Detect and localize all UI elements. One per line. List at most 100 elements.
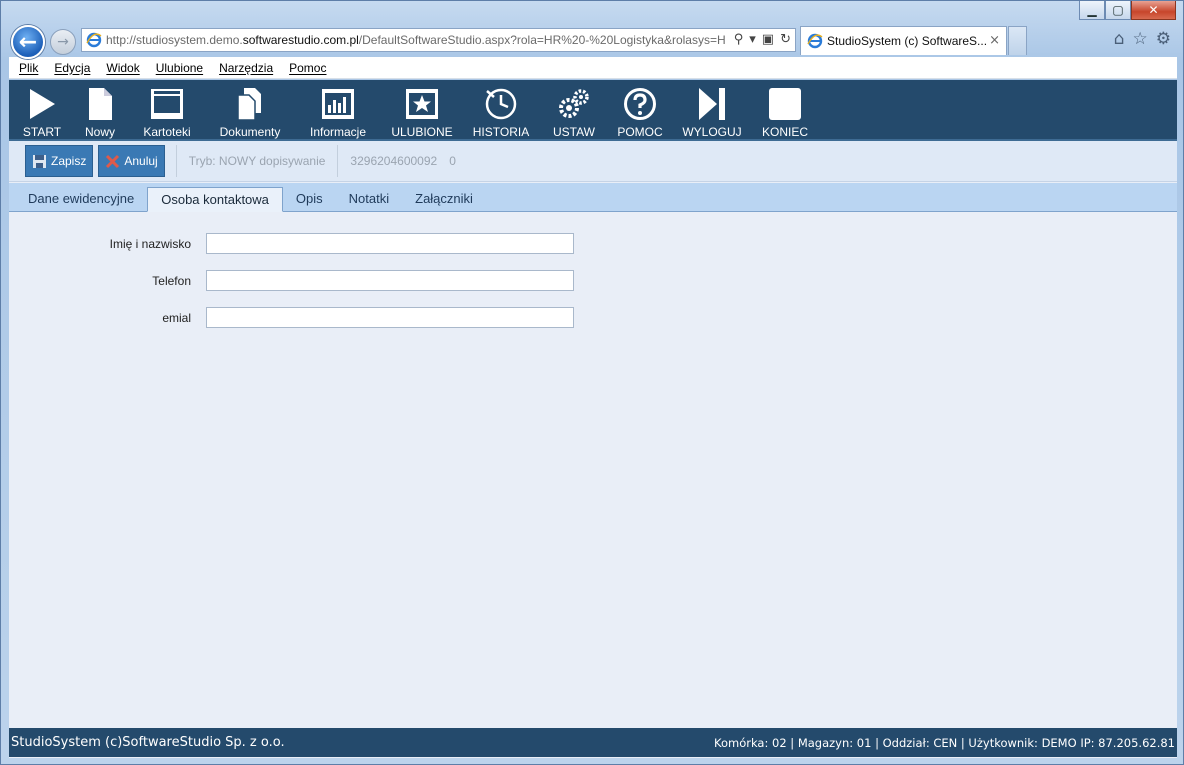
menu-item-narzedzia[interactable]: Narzędzia <box>219 61 273 75</box>
separator <box>175 145 177 177</box>
compatibility-icon[interactable]: ▣ <box>762 32 774 47</box>
application-area: START Nowy Kartoteki Dokumenty Informacj… <box>9 80 1177 758</box>
toolbar-ustaw[interactable]: USTAW <box>541 80 607 139</box>
browser-tab[interactable]: StudioSystem (c) SoftwareS... × <box>800 26 1007 55</box>
email-label: emial <box>162 311 191 325</box>
toolbar-pomoc[interactable]: POMOC <box>607 80 673 139</box>
url-prefix: http://studiosystem.demo. <box>106 33 243 47</box>
toolbar-dokumenty[interactable]: Dokumenty <box>207 80 293 139</box>
arrow-left-icon: ← <box>18 29 38 55</box>
toolbar-kartoteki[interactable]: Kartoteki <box>127 80 207 139</box>
toolbar-informacje[interactable]: Informacje <box>293 80 383 139</box>
toolbar-label: START <box>22 125 62 139</box>
window-icon <box>151 89 183 119</box>
toolbar-koniec[interactable]: KONIEC <box>751 80 819 139</box>
separator <box>337 145 339 177</box>
record-count: 0 <box>449 154 456 168</box>
floppy-disk-icon <box>33 154 46 168</box>
tab-osoba-kontaktowa[interactable]: Osoba kontaktowa <box>147 187 283 212</box>
url-path: /DefaultSoftwareStudio.aspx?rola=HR%20-%… <box>358 33 726 47</box>
cancel-label: Anuluj <box>124 154 158 168</box>
main-toolbar: START Nowy Kartoteki Dokumenty Informacj… <box>9 80 1177 141</box>
close-tab-icon[interactable]: × <box>989 33 1000 48</box>
back-button[interactable]: ← <box>11 25 45 59</box>
tab-zalaczniki[interactable]: Załączniki <box>402 185 486 211</box>
dropdown-arrow-icon[interactable]: ▾ <box>749 32 756 47</box>
settings-gear-icon[interactable]: ⚙ <box>1156 29 1171 49</box>
toolbar-start[interactable]: START <box>11 80 73 139</box>
ie-tab-icon <box>807 33 823 49</box>
session-info: Komórka: 02 | Magazyn: 01 | Oddział: CEN… <box>714 735 1175 750</box>
maximize-button[interactable]: ▢ <box>1105 1 1131 20</box>
record-id: 3296204600092 <box>350 154 438 168</box>
status-bar: StudioSystem (c)SoftwareStudio Sp. z o.o… <box>9 728 1177 757</box>
navigation-row: ← → http://studiosystem.demo. softwarestu… <box>9 25 1175 59</box>
save-button[interactable]: Zapisz <box>25 145 94 177</box>
name-input[interactable] <box>206 233 574 254</box>
save-label: Zapisz <box>51 154 87 168</box>
tab-title: StudioSystem (c) SoftwareS... <box>827 34 988 48</box>
home-icon[interactable]: ⌂ <box>1114 29 1125 49</box>
phone-row: Telefon <box>9 270 609 292</box>
browser-window: ▁ ▢ ✕ ← → http://studiosystem.demo. softw… <box>0 0 1184 765</box>
refresh-icon[interactable]: ↻ <box>780 32 791 47</box>
toolbar-historia[interactable]: HISTORIA <box>461 80 541 139</box>
history-icon <box>485 88 517 120</box>
email-input[interactable] <box>206 307 574 328</box>
toolbar-ulubione[interactable]: ULUBIONE <box>383 80 461 139</box>
search-icon[interactable]: ⚲ <box>734 32 744 47</box>
tab-opis[interactable]: Opis <box>283 185 336 211</box>
phone-label: Telefon <box>152 274 191 288</box>
toolbar-label: WYLOGUJ <box>682 125 742 139</box>
star-icon <box>406 89 438 119</box>
browser-tools: ⌂ ☆ ⚙ <box>1114 29 1171 49</box>
toolbar-label: Informacje <box>309 125 367 139</box>
menu-item-ulubione[interactable]: Ulubione <box>156 61 203 75</box>
address-actions: ⚲ ▾ ▣ ↻ <box>729 32 791 47</box>
menu-item-plik[interactable]: Plik <box>19 61 38 75</box>
action-bar: Zapisz Anuluj Tryb: NOWY dopisywanie 329… <box>9 141 1177 182</box>
phone-input[interactable] <box>206 270 574 291</box>
tab-strip: Dane ewidencyjne Osoba kontaktowa Opis N… <box>9 183 1177 212</box>
favorites-star-icon[interactable]: ☆ <box>1133 29 1148 49</box>
gears-icon <box>559 89 589 118</box>
cancel-button[interactable]: Anuluj <box>98 145 165 177</box>
toolbar-wyloguj[interactable]: WYLOGUJ <box>673 80 751 139</box>
new-tab-button[interactable] <box>1008 26 1027 55</box>
toolbar-label: Dokumenty <box>219 125 281 139</box>
toolbar-label: Kartoteki <box>143 125 191 139</box>
address-bar[interactable]: http://studiosystem.demo. softwarestudio.… <box>81 28 796 52</box>
copyright-text: StudioSystem (c)SoftwareStudio Sp. z o.o… <box>11 735 285 750</box>
email-row: emial <box>9 307 609 329</box>
menu-item-widok[interactable]: Widok <box>106 61 139 75</box>
play-icon <box>30 89 55 119</box>
tab-dane-ewidencyjne[interactable]: Dane ewidencyjne <box>15 185 147 211</box>
contact-form: Imię i nazwisko Telefon emial <box>9 212 1177 727</box>
name-row: Imię i nazwisko <box>9 233 609 255</box>
window-controls: ▁ ▢ ✕ <box>1079 1 1176 22</box>
toolbar-nowy[interactable]: Nowy <box>73 80 127 139</box>
new-document-icon <box>89 88 112 120</box>
toolbar-label: HISTORIA <box>472 125 530 139</box>
ie-page-icon <box>86 32 102 48</box>
toolbar-label: KONIEC <box>761 125 808 139</box>
bar-chart-icon <box>322 89 354 119</box>
forward-button[interactable]: → <box>50 29 76 55</box>
minimize-button[interactable]: ▁ <box>1079 1 1105 20</box>
documents-icon <box>237 88 261 121</box>
toolbar-label: POMOC <box>617 125 663 139</box>
close-window-button[interactable]: ✕ <box>1131 1 1176 20</box>
menu-bar: Plik Edycja Widok Ulubione Narzędzia Pom… <box>9 57 1177 79</box>
url-host: softwarestudio.com.pl <box>242 33 359 47</box>
arrow-right-icon: → <box>57 34 69 50</box>
toolbar-label: USTAW <box>553 125 595 139</box>
cancel-x-icon <box>106 154 120 168</box>
help-icon <box>624 88 656 120</box>
toolbar-label: Nowy <box>84 125 115 139</box>
mode-text: Tryb: NOWY dopisywanie <box>188 154 326 168</box>
name-label: Imię i nazwisko <box>109 237 191 251</box>
menu-item-pomoc[interactable]: Pomoc <box>289 61 326 75</box>
tab-notatki[interactable]: Notatki <box>336 185 402 211</box>
menu-item-edycja[interactable]: Edycja <box>54 61 90 75</box>
logout-icon <box>699 88 725 120</box>
